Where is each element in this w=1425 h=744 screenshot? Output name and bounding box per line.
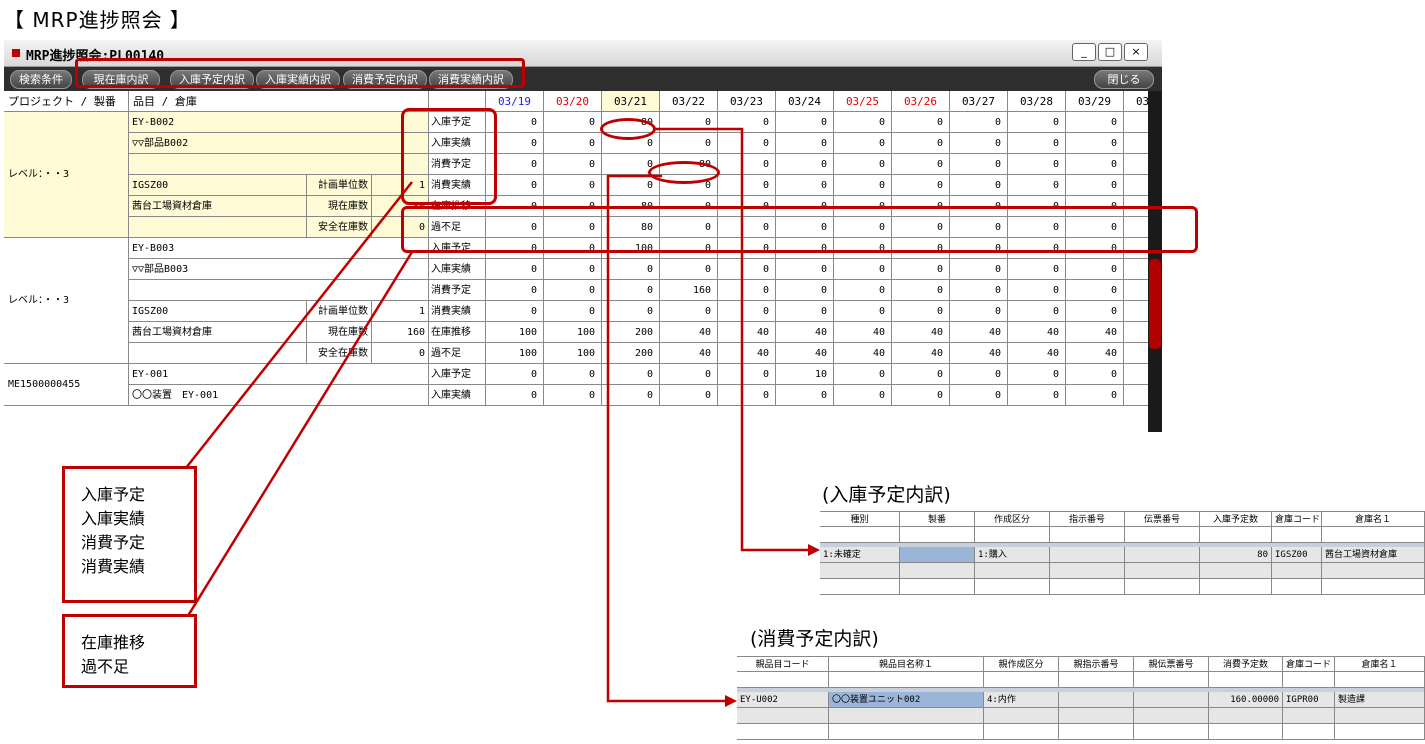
consume-detail-empty-cell: [1134, 708, 1209, 724]
consume-detail-empty-cell: [737, 708, 829, 724]
receipt-detail-empty-cell: [1125, 579, 1200, 595]
receipt-detail-empty-cell: [1322, 579, 1425, 595]
consume-detail-header: 親指示番号: [1059, 656, 1134, 672]
consume-detail-empty-cell: [1209, 672, 1283, 688]
consume-detail-empty-cell: [1335, 724, 1425, 740]
receipt-detail-empty-cell: [975, 579, 1050, 595]
receipt-detail-empty-cell: [1200, 527, 1272, 543]
callout-text: 入庫予定: [81, 485, 146, 504]
receipt-detail-empty-cell: [1200, 563, 1272, 579]
consume-detail-empty-cell: [984, 672, 1059, 688]
consume-detail-empty-cell: [1134, 724, 1209, 740]
receipt-detail-header: 伝票番号: [1125, 511, 1200, 527]
callout-box-flows: 入庫予定 入庫実績 消費予定 消費実績: [62, 466, 197, 603]
consume-detail-empty-cell: [1059, 672, 1134, 688]
receipt-detail-empty-cell: [1322, 563, 1425, 579]
receipt-detail-empty-cell: [820, 527, 900, 543]
receipt-detail-row-cell: [1125, 547, 1200, 563]
receipt-detail-header: 入庫予定数: [1200, 511, 1272, 527]
receipt-detail-empty-cell: [820, 579, 900, 595]
receipt-detail-empty-cell: [1050, 579, 1125, 595]
receipt-detail-row-cell: 1:未確定: [820, 547, 900, 563]
connector-lines: [176, 127, 820, 707]
consume-detail-row-cell: [1059, 692, 1134, 708]
receipt-detail-header: 指示番号: [1050, 511, 1125, 527]
receipt-detail-header: 倉庫コード: [1272, 511, 1322, 527]
consume-detail-header: 親品目名称１: [829, 656, 984, 672]
consume-detail-header: 倉庫コード: [1283, 656, 1335, 672]
consume-detail-empty-cell: [829, 708, 984, 724]
receipt-detail-row-cell: 80: [1200, 547, 1272, 563]
receipt-detail-empty-cell: [900, 563, 975, 579]
consume-detail-header: 消費予定数: [1209, 656, 1283, 672]
consume-detail-empty-cell: [1283, 708, 1335, 724]
receipt-detail-grid: 種別 製番 作成区分 指示番号 伝票番号 入庫予定数 倉庫コード 倉庫名１ 1:未確定 1:購入 8…: [820, 511, 1425, 596]
consume-detail-empty-cell: [1059, 708, 1134, 724]
consume-detail-empty-cell: [737, 672, 829, 688]
consume-detail-empty-cell: [737, 724, 829, 740]
receipt-detail-empty-cell: [1125, 527, 1200, 543]
consume-detail-title: (消費予定内訳): [750, 628, 879, 650]
receipt-detail-empty-cell: [1200, 579, 1272, 595]
consume-detail-header: 親作成区分: [984, 656, 1059, 672]
consume-detail-empty-cell: [1209, 724, 1283, 740]
receipt-detail-empty-cell: [1050, 527, 1125, 543]
consume-detail-row-cell: [1134, 692, 1209, 708]
consume-detail-empty-cell: [984, 708, 1059, 724]
receipt-detail-empty-cell: [1272, 527, 1322, 543]
receipt-detail-row-cell: 1:購入: [975, 547, 1050, 563]
consume-detail-row-cell: EY-U002: [737, 692, 829, 708]
receipt-detail-title: (入庫予定内訳): [822, 484, 951, 506]
receipt-detail-empty-cell: [975, 563, 1050, 579]
consume-detail-empty-cell: [1335, 672, 1425, 688]
consume-detail-empty-cell: [984, 724, 1059, 740]
callout-box-stock: 在庫推移 過不足: [62, 614, 197, 688]
consume-detail-row-cell: 160.00000: [1209, 692, 1283, 708]
consume-detail-row-cell: 製造課: [1335, 692, 1425, 708]
receipt-detail-empty-cell: [1050, 563, 1125, 579]
consume-detail-header: 親品目コード: [737, 656, 829, 672]
receipt-detail-empty-cell: [900, 579, 975, 595]
receipt-detail-empty-cell: [900, 527, 975, 543]
consume-detail-header: 倉庫名１: [1335, 656, 1425, 672]
callout-text: 消費予定: [81, 533, 146, 552]
receipt-detail-row-cell: [900, 547, 975, 563]
consume-detail-empty-cell: [1335, 708, 1425, 724]
consume-detail-header: 親伝票番号: [1134, 656, 1209, 672]
receipt-detail-row-cell: [1050, 547, 1125, 563]
consume-detail-empty-cell: [1283, 724, 1335, 740]
receipt-detail-header: 製番: [900, 511, 975, 527]
receipt-detail-header: 種別: [820, 511, 900, 527]
receipt-detail-empty-cell: [820, 563, 900, 579]
callout-text: 入庫実績: [81, 509, 146, 528]
consume-detail-empty-cell: [829, 724, 984, 740]
receipt-detail-empty-cell: [1322, 527, 1425, 543]
callout-text: 消費実績: [81, 557, 146, 576]
receipt-detail-row-cell: 茜台工場資材倉庫: [1322, 547, 1425, 563]
callout-text: 過不足: [81, 657, 130, 676]
consume-detail-empty-cell: [1134, 672, 1209, 688]
receipt-detail-empty-cell: [1272, 579, 1322, 595]
consume-detail-row-cell: 〇〇装置ユニット002: [829, 692, 984, 708]
consume-detail-row-cell: IGPR00: [1283, 692, 1335, 708]
receipt-detail-header: 作成区分: [975, 511, 1050, 527]
receipt-detail-empty-cell: [975, 527, 1050, 543]
callout-text: 在庫推移: [81, 633, 146, 652]
consume-detail-empty-cell: [1283, 672, 1335, 688]
receipt-detail-row-cell: IGSZ00: [1272, 547, 1322, 563]
receipt-detail-header: 倉庫名１: [1322, 511, 1425, 527]
consume-detail-empty-cell: [829, 672, 984, 688]
consume-detail-empty-cell: [1209, 708, 1283, 724]
receipt-detail-empty-cell: [1272, 563, 1322, 579]
consume-detail-empty-cell: [1059, 724, 1134, 740]
consume-detail-row-cell: 4:内作: [984, 692, 1059, 708]
receipt-detail-empty-cell: [1125, 563, 1200, 579]
consume-detail-grid: 親品目コード 親品目名称１ 親作成区分 親指示番号 親伝票番号 消費予定数 倉庫コード 倉庫名…: [737, 656, 1425, 740]
